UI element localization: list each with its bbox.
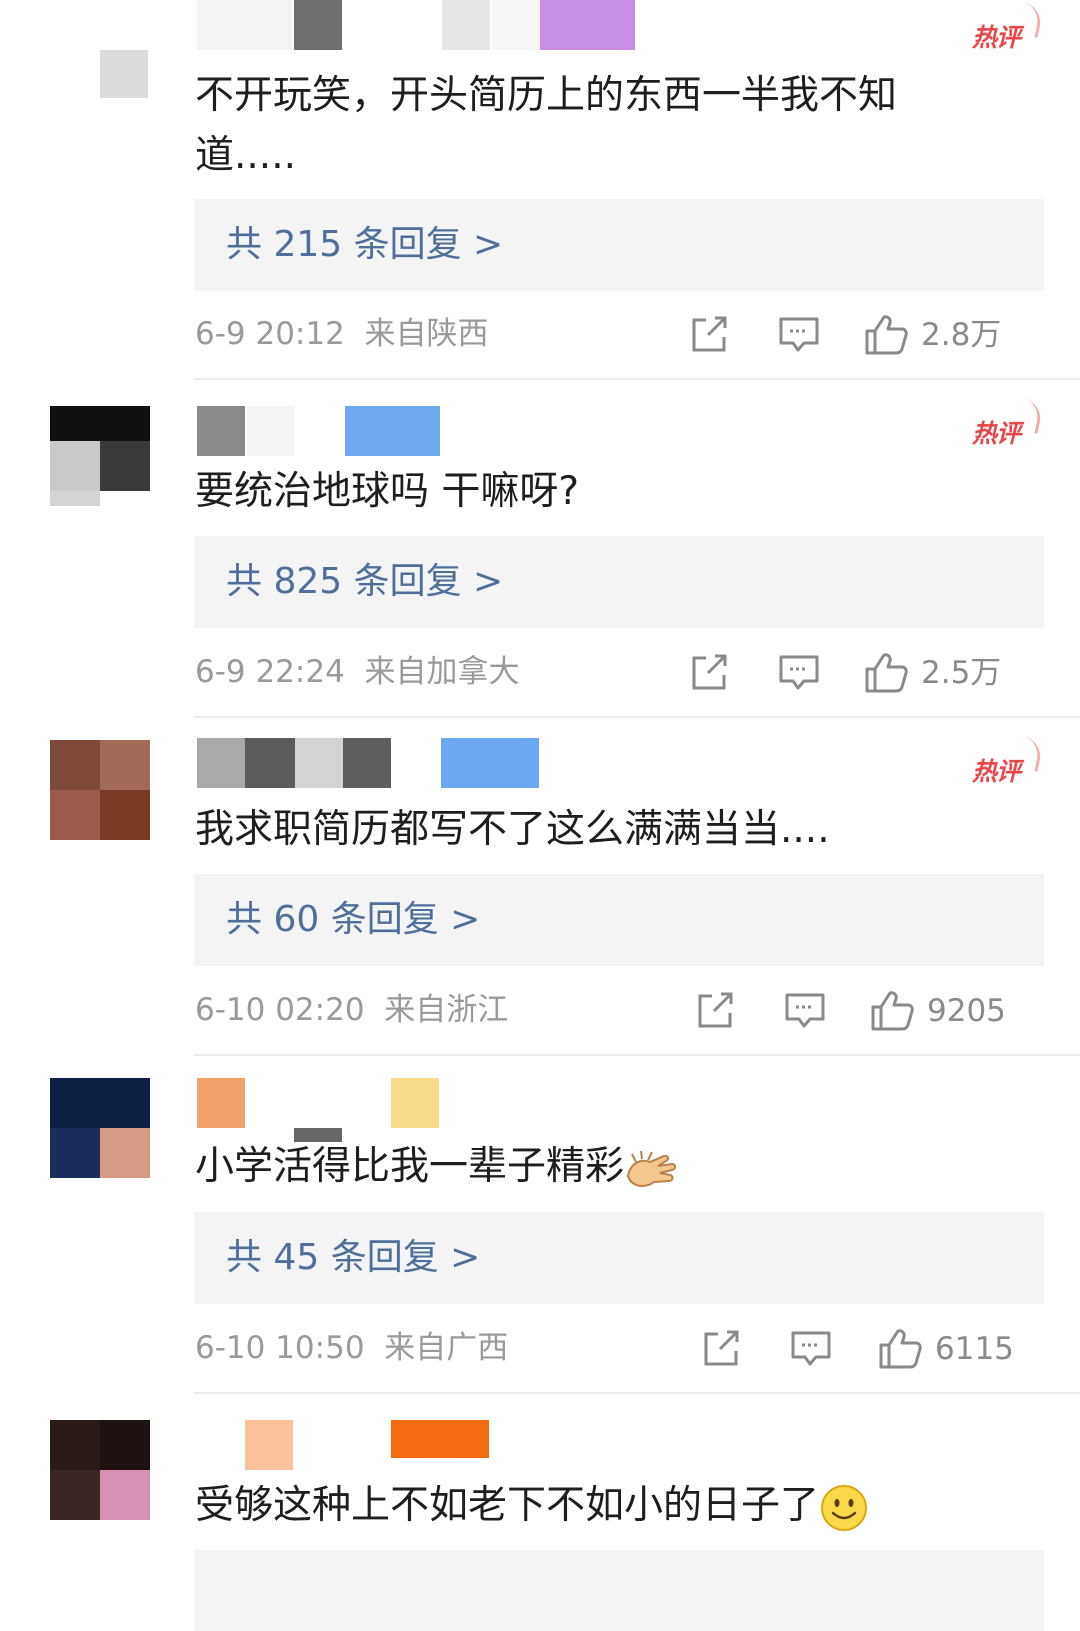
flame-icon (1016, 398, 1045, 434)
comment-location: 来自陕西 (364, 316, 489, 352)
username[interactable] (197, 406, 457, 456)
divider (194, 1054, 1080, 1056)
reply-count-button[interactable]: 共 45 条回复 > (194, 1212, 1044, 1304)
comment-meta: 6-10 10:50 来自广西 (195, 1328, 508, 1368)
share-icon[interactable] (686, 311, 732, 357)
comment-text: 受够这种上不如老下不如小的日子了 (195, 1476, 975, 1536)
comment-actions: 2.5万 (692, 649, 1050, 697)
comment-actions: 2.8万 (692, 311, 1050, 359)
avatar[interactable] (50, 1078, 150, 1178)
username[interactable] (197, 1420, 497, 1470)
reply-count-button[interactable]: 共 215 条回复 > (194, 199, 1044, 291)
comment-location: 来自加拿大 (364, 654, 520, 690)
avatar[interactable] (50, 20, 150, 120)
flame-icon (1016, 2, 1045, 38)
comment-time: 6-9 22:24 (195, 654, 345, 690)
like-count: 2.8万 (921, 317, 1002, 353)
like-count: 9205 (927, 993, 1006, 1029)
avatar[interactable] (50, 406, 150, 506)
like-icon[interactable] (863, 649, 909, 695)
comment-actions: 9205 (698, 987, 1050, 1035)
comment-location: 来自浙江 (384, 992, 509, 1028)
comment-text: 我求职简历都写不了这么满满当当.... (195, 807, 830, 852)
like-count: 2.5万 (921, 655, 1002, 691)
username[interactable] (197, 0, 657, 50)
like-count: 6115 (935, 1331, 1014, 1367)
comment-meta: 6-9 20:12 来自陕西 (195, 314, 489, 354)
avatar[interactable] (50, 740, 150, 840)
reply-count-button[interactable]: 共 825 条回复 > (194, 536, 1044, 628)
hot-comment-badge: 热评 (972, 398, 1045, 450)
comment-text: 不开玩笑，开头简历上的东西一半我不知道..... (195, 73, 898, 178)
smile-face-icon (821, 1484, 868, 1531)
hot-comment-badge: 热评 (972, 736, 1045, 788)
comment-actions: 6115 (700, 1325, 1050, 1373)
like-icon[interactable] (863, 311, 909, 357)
share-icon[interactable] (698, 1325, 744, 1371)
hot-comment-badge: 热评 (972, 2, 1045, 54)
avatar[interactable] (50, 1420, 150, 1520)
share-icon[interactable] (686, 649, 732, 695)
comment-meta: 6-10 02:20 来自浙江 (195, 990, 508, 1030)
comment-meta: 6-9 22:24 来自加拿大 (195, 652, 520, 692)
comment-time: 6-10 02:20 (195, 992, 365, 1028)
reply-count-button[interactable] (194, 1550, 1044, 1631)
comment-location: 来自广西 (384, 1330, 509, 1366)
comment-icon[interactable] (782, 987, 828, 1033)
flame-icon (1016, 736, 1045, 772)
comment-icon[interactable] (776, 311, 822, 357)
comment-text: 要统治地球吗 干嘛呀? (195, 469, 580, 514)
reply-count-button[interactable]: 共 60 条回复 > (194, 874, 1044, 966)
divider (194, 1392, 1080, 1394)
divider (194, 716, 1080, 718)
like-icon[interactable] (869, 987, 915, 1033)
comment-icon[interactable] (776, 649, 822, 695)
comment-time: 6-9 20:12 (195, 316, 345, 352)
comment-icon[interactable] (788, 1325, 834, 1371)
username[interactable] (197, 738, 557, 788)
like-icon[interactable] (877, 1325, 923, 1371)
username[interactable] (197, 1078, 457, 1142)
share-icon[interactable] (692, 987, 738, 1033)
comment-text: 小学活得比我一辈子精彩 (195, 1137, 975, 1197)
clapping-hand-icon (626, 1150, 676, 1187)
divider (194, 378, 1080, 380)
comment-time: 6-10 10:50 (195, 1330, 365, 1366)
